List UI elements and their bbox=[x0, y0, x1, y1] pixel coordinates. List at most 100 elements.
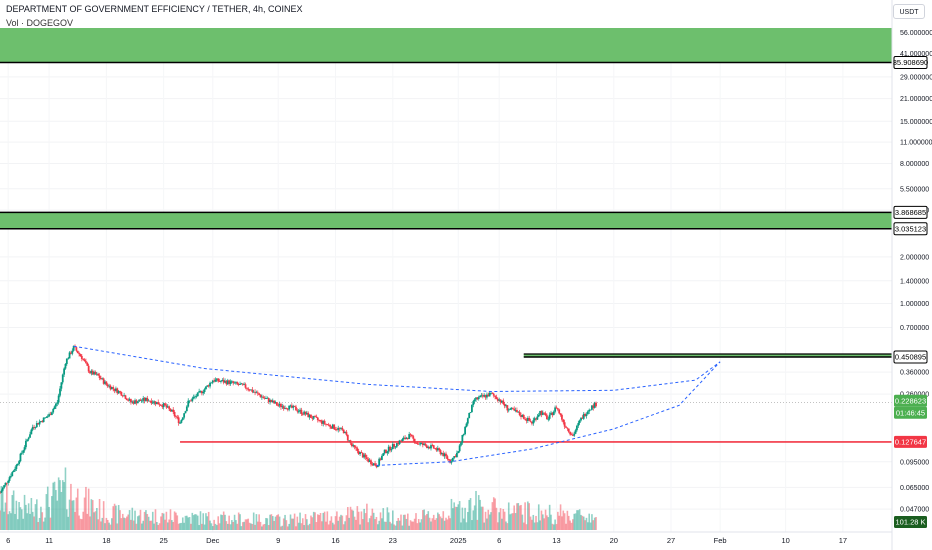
volume-bar bbox=[422, 510, 424, 530]
y-tick-label: 0.360000 bbox=[900, 370, 929, 377]
candle-body bbox=[22, 450, 25, 453]
candle-body bbox=[494, 395, 497, 397]
candle-body bbox=[244, 384, 247, 388]
volume-bar bbox=[177, 523, 180, 530]
candle-body bbox=[566, 427, 569, 429]
volume-bar bbox=[507, 502, 510, 530]
volume-bar bbox=[10, 513, 12, 530]
volume-bar bbox=[554, 519, 556, 530]
volume-bar bbox=[488, 514, 491, 530]
volume-bar bbox=[280, 526, 282, 530]
zones[interactable] bbox=[0, 28, 892, 443]
volume-bar bbox=[172, 521, 175, 530]
candle-body bbox=[412, 436, 415, 439]
volume-bar bbox=[580, 514, 582, 530]
candle-body bbox=[185, 406, 188, 412]
volume-bar bbox=[150, 520, 153, 530]
volume-indicator-label[interactable]: Vol · DOGEGOV bbox=[6, 18, 73, 28]
volume-bar bbox=[196, 515, 199, 530]
currency-button[interactable]: USDT bbox=[893, 4, 925, 19]
candle-body bbox=[45, 417, 48, 419]
lower-arc[interactable] bbox=[376, 361, 721, 466]
volume-bar bbox=[464, 507, 466, 530]
candle-body bbox=[140, 400, 143, 402]
candle-body bbox=[0, 492, 1, 494]
volume-bar bbox=[74, 511, 76, 530]
volume-bar bbox=[284, 514, 286, 530]
candle-body bbox=[120, 392, 123, 396]
volume-bar bbox=[315, 522, 318, 530]
volume-bar bbox=[475, 490, 477, 530]
volume-bar bbox=[531, 519, 533, 530]
volume-bar bbox=[52, 482, 54, 530]
volume-bar bbox=[90, 499, 93, 530]
candle-body bbox=[87, 365, 90, 372]
candle-body bbox=[393, 443, 396, 447]
candle-body bbox=[46, 416, 49, 418]
volume-bar bbox=[124, 518, 127, 530]
volume-bar bbox=[299, 512, 301, 530]
volume-bar bbox=[292, 518, 295, 530]
price-scale[interactable] bbox=[892, 0, 932, 550]
volume-bar bbox=[256, 521, 259, 530]
volume-bar bbox=[285, 520, 288, 530]
volume-bar bbox=[240, 526, 243, 530]
volume-bar bbox=[266, 518, 269, 530]
volume-bar bbox=[207, 511, 210, 530]
volume-bar bbox=[86, 513, 89, 530]
volume-bar bbox=[415, 513, 417, 530]
candle-body bbox=[374, 463, 376, 466]
candle-body bbox=[236, 382, 239, 384]
candle-body bbox=[136, 401, 139, 404]
middle-resistance-zone[interactable] bbox=[0, 212, 892, 229]
candle-body bbox=[297, 411, 300, 413]
candle-body bbox=[556, 408, 559, 410]
candles bbox=[0, 344, 597, 494]
candle-body bbox=[589, 409, 592, 411]
volume-bar bbox=[158, 523, 161, 530]
volume-bar bbox=[308, 523, 311, 530]
candle-body bbox=[586, 411, 589, 415]
volume-bar bbox=[438, 514, 440, 530]
candle-body bbox=[360, 452, 363, 454]
x-tick-label: 6 bbox=[6, 536, 10, 545]
volume-bar bbox=[559, 504, 562, 530]
candle-body bbox=[29, 434, 31, 438]
candle-body bbox=[38, 421, 41, 425]
volume-bar bbox=[116, 523, 119, 530]
volume-bar bbox=[128, 510, 131, 530]
volume-bar bbox=[521, 514, 524, 530]
candle-body bbox=[511, 407, 514, 409]
price-chart[interactable]: 56.00000041.00000029.00000021.00000015.0… bbox=[0, 0, 932, 550]
volume-bar bbox=[381, 518, 383, 530]
volume-bar bbox=[216, 525, 218, 530]
volume-bar bbox=[147, 516, 150, 530]
candle-body bbox=[595, 402, 597, 407]
volume-bar bbox=[19, 507, 22, 530]
volume-bar bbox=[333, 524, 335, 530]
volume-bar bbox=[76, 488, 79, 530]
volume-bar bbox=[450, 498, 453, 530]
candle-body bbox=[64, 363, 67, 369]
candle-body bbox=[158, 404, 161, 406]
upper-resistance-zone[interactable] bbox=[0, 28, 892, 63]
volume-bar bbox=[385, 521, 387, 530]
candle-body bbox=[446, 456, 449, 460]
volume-bar bbox=[506, 523, 509, 530]
upper-arc[interactable] bbox=[73, 345, 721, 393]
volume-bar bbox=[562, 510, 565, 530]
chart-title: DEPARTMENT OF GOVERNMENT EFFICIENCY / TE… bbox=[6, 4, 303, 14]
volume-bar bbox=[106, 519, 109, 530]
volume-bar bbox=[218, 523, 221, 530]
x-tick-label: Dec bbox=[206, 536, 220, 545]
volume-bar bbox=[368, 518, 371, 530]
volume-bar bbox=[233, 514, 236, 530]
price-tag-current_price: 0.228623 bbox=[894, 394, 927, 407]
price-tag-support: 0.127647 bbox=[894, 435, 927, 448]
volume-bar bbox=[445, 517, 447, 530]
volume-bar bbox=[532, 514, 535, 530]
candle-body bbox=[214, 379, 217, 382]
candle-body bbox=[26, 439, 29, 441]
volume-bar bbox=[89, 516, 91, 530]
x-tick-label: 11 bbox=[45, 536, 53, 545]
